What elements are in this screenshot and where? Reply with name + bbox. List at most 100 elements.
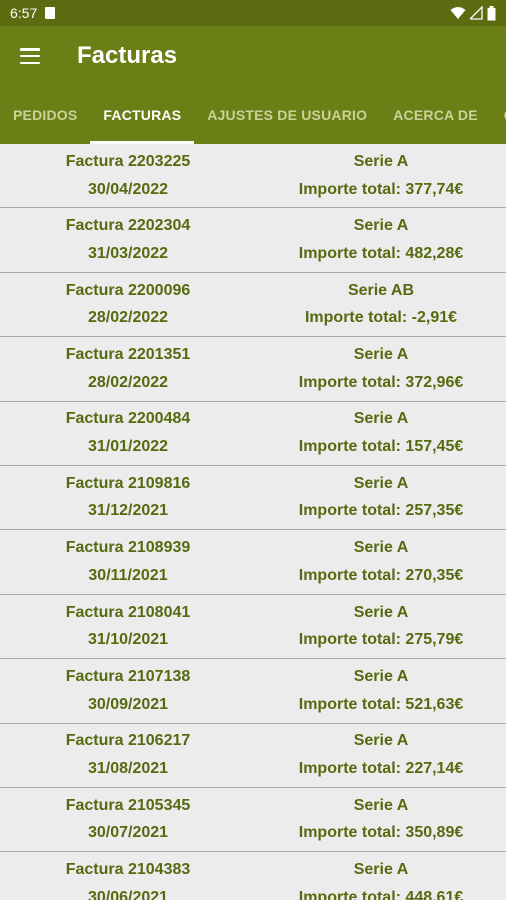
invoice-total: Importe total: 257,35€ <box>298 502 464 520</box>
invoice-number: Factura 2108041 <box>65 603 191 621</box>
invoice-row[interactable]: Factura 2200096 28/02/2022 Serie AB Importe… <box>0 273 506 338</box>
invoice-date: 28/02/2022 <box>87 373 169 391</box>
battery-icon <box>487 5 496 20</box>
invoice-serie: Serie A <box>353 410 409 428</box>
invoice-date: 30/11/2021 <box>88 566 168 584</box>
invoice-serie: Serie A <box>353 474 409 492</box>
invoice-serie: Serie A <box>353 732 409 750</box>
invoice-number: Factura 2106217 <box>65 732 191 750</box>
invoice-list: Factura 2203225 30/04/2022 Serie A Importe … <box>0 144 506 900</box>
invoice-left-column: Factura 2104383 30/06/2021 <box>0 852 256 900</box>
invoice-right-column: Serie A Importe total: 377,74€ <box>256 144 506 207</box>
invoice-row[interactable]: Factura 2201351 28/02/2022 Serie A Importe … <box>0 337 506 402</box>
app-bar: Facturas <box>0 26 506 86</box>
invoice-left-column: Factura 2108041 31/10/2021 <box>0 595 256 658</box>
tab-contacto[interactable]: CONTACTO <box>491 86 506 144</box>
invoice-right-column: Serie A Importe total: 482,28€ <box>256 208 506 271</box>
invoice-date: 30/09/2021 <box>87 695 169 713</box>
invoice-serie: Serie A <box>353 796 409 814</box>
invoice-number: Factura 2109816 <box>65 474 191 492</box>
tab-pedidos[interactable]: PEDIDOS <box>0 86 90 144</box>
invoice-row[interactable]: Factura 2106217 31/08/2021 Serie A Importe … <box>0 724 506 788</box>
invoice-serie: Serie A <box>353 603 409 621</box>
invoice-right-column: Serie A Importe total: 448,61€ <box>256 852 506 900</box>
invoice-serie: Serie A <box>353 217 409 235</box>
signal-icon <box>470 6 483 20</box>
invoice-left-column: Factura 2200096 28/02/2022 <box>0 273 256 336</box>
tab-acerca-de[interactable]: ACERCA DE <box>380 86 491 144</box>
invoice-left-column: Factura 2109816 31/12/2021 <box>0 466 256 529</box>
invoice-row[interactable]: Factura 2109816 31/12/2021 Serie A Importe … <box>0 466 506 531</box>
invoice-total: Importe total: 482,28€ <box>298 244 464 262</box>
invoice-date: 30/04/2022 <box>87 180 169 198</box>
invoice-total: Importe total: 275,79€ <box>298 631 464 649</box>
invoice-date: 31/10/2021 <box>87 631 169 649</box>
invoice-row[interactable]: Factura 2203225 30/04/2022 Serie A Importe … <box>0 144 506 209</box>
invoice-row[interactable]: Factura 2104383 30/06/2021 Serie A Importe … <box>0 852 506 900</box>
sd-card-icon <box>45 7 56 19</box>
invoice-right-column: Serie A Importe total: 257,35€ <box>256 466 506 529</box>
invoice-total: Importe total: 448,61€ <box>298 888 464 900</box>
invoice-serie: Serie A <box>353 152 409 170</box>
status-time: 6:57 <box>10 5 38 21</box>
invoice-row[interactable]: Factura 2108041 31/10/2021 Serie A Importe … <box>0 595 506 660</box>
tab-facturas[interactable]: FACTURAS <box>90 86 195 144</box>
invoice-right-column: Serie A Importe total: 227,14€ <box>256 724 506 787</box>
invoice-number: Factura 2104383 <box>65 861 191 879</box>
invoice-right-column: Serie A Importe total: 372,96€ <box>256 337 506 400</box>
invoice-serie: Serie A <box>353 861 409 879</box>
invoice-number: Factura 2200096 <box>65 281 191 299</box>
invoice-right-column: Serie A Importe total: 157,45€ <box>256 402 506 465</box>
tab-ajustes-de-usuario[interactable]: AJUSTES DE USUARIO <box>194 86 380 144</box>
invoice-left-column: Factura 2107138 30/09/2021 <box>0 659 256 722</box>
invoice-number: Factura 2200484 <box>65 410 191 428</box>
invoice-right-column: Serie AB Importe total: -2,91€ <box>256 273 506 336</box>
invoice-date: 30/06/2021 <box>87 888 169 900</box>
invoice-total: Importe total: 270,35€ <box>298 566 464 584</box>
invoice-number: Factura 2203225 <box>65 152 191 170</box>
invoice-serie: Serie A <box>353 539 409 557</box>
hamburger-menu-icon[interactable] <box>20 48 40 64</box>
invoice-date: 31/08/2021 <box>87 760 169 778</box>
invoice-row[interactable]: Factura 2107138 30/09/2021 Serie A Importe … <box>0 659 506 724</box>
invoice-row[interactable]: Factura 2200484 31/01/2022 Serie A Importe … <box>0 402 506 466</box>
invoice-left-column: Factura 2201351 28/02/2022 <box>0 337 256 400</box>
invoice-left-column: Factura 2202304 31/03/2022 <box>0 208 256 271</box>
invoice-date: 30/07/2021 <box>87 824 169 842</box>
invoice-serie: Serie AB <box>347 281 415 299</box>
invoice-right-column: Serie A Importe total: 521,63€ <box>256 659 506 722</box>
invoice-serie: Serie A <box>353 667 409 685</box>
invoice-right-column: Serie A Importe total: 275,79€ <box>256 595 506 658</box>
invoice-left-column: Factura 2203225 30/04/2022 <box>0 144 256 207</box>
invoice-total: Importe total: 227,14€ <box>298 760 464 778</box>
invoice-left-column: Factura 2108939 30/11/2021 <box>0 530 256 593</box>
tab-bar: PEDIDOS FACTURAS AJUSTES DE USUARIO ACER… <box>0 86 506 144</box>
invoice-total: Importe total: 350,89€ <box>298 824 464 842</box>
invoice-number: Factura 2108939 <box>65 539 191 557</box>
invoice-left-column: Factura 2106217 31/08/2021 <box>0 724 256 787</box>
invoice-left-column: Factura 2105345 30/07/2021 <box>0 788 256 851</box>
invoice-date: 28/02/2022 <box>87 309 169 327</box>
page-title: Facturas <box>77 42 178 69</box>
invoice-total: Importe total: 377,74€ <box>298 180 464 198</box>
invoice-total: Importe total: 157,45€ <box>298 438 464 456</box>
invoice-total: Importe total: 372,96€ <box>298 373 464 391</box>
invoice-number: Factura 2105345 <box>65 796 191 814</box>
status-bar: 6:57 <box>0 0 506 26</box>
invoice-row[interactable]: Factura 2105345 30/07/2021 Serie A Importe … <box>0 788 506 853</box>
invoice-right-column: Serie A Importe total: 350,89€ <box>256 788 506 851</box>
invoice-date: 31/03/2022 <box>87 244 169 262</box>
invoice-number: Factura 2202304 <box>65 217 191 235</box>
invoice-right-column: Serie A Importe total: 270,35€ <box>256 530 506 593</box>
invoice-total: Importe total: -2,91€ <box>304 309 458 327</box>
invoice-row[interactable]: Factura 2108939 30/11/2021 Serie A Importe … <box>0 530 506 595</box>
invoice-date: 31/12/2021 <box>87 502 169 520</box>
invoice-left-column: Factura 2200484 31/01/2022 <box>0 402 256 465</box>
invoice-number: Factura 2107138 <box>65 667 191 685</box>
invoice-serie: Serie A <box>353 346 409 364</box>
invoice-row[interactable]: Factura 2202304 31/03/2022 Serie A Importe … <box>0 208 506 273</box>
wifi-icon <box>450 7 466 19</box>
invoice-date: 31/01/2022 <box>87 438 169 456</box>
invoice-number: Factura 2201351 <box>65 346 191 364</box>
invoice-total: Importe total: 521,63€ <box>298 695 464 713</box>
